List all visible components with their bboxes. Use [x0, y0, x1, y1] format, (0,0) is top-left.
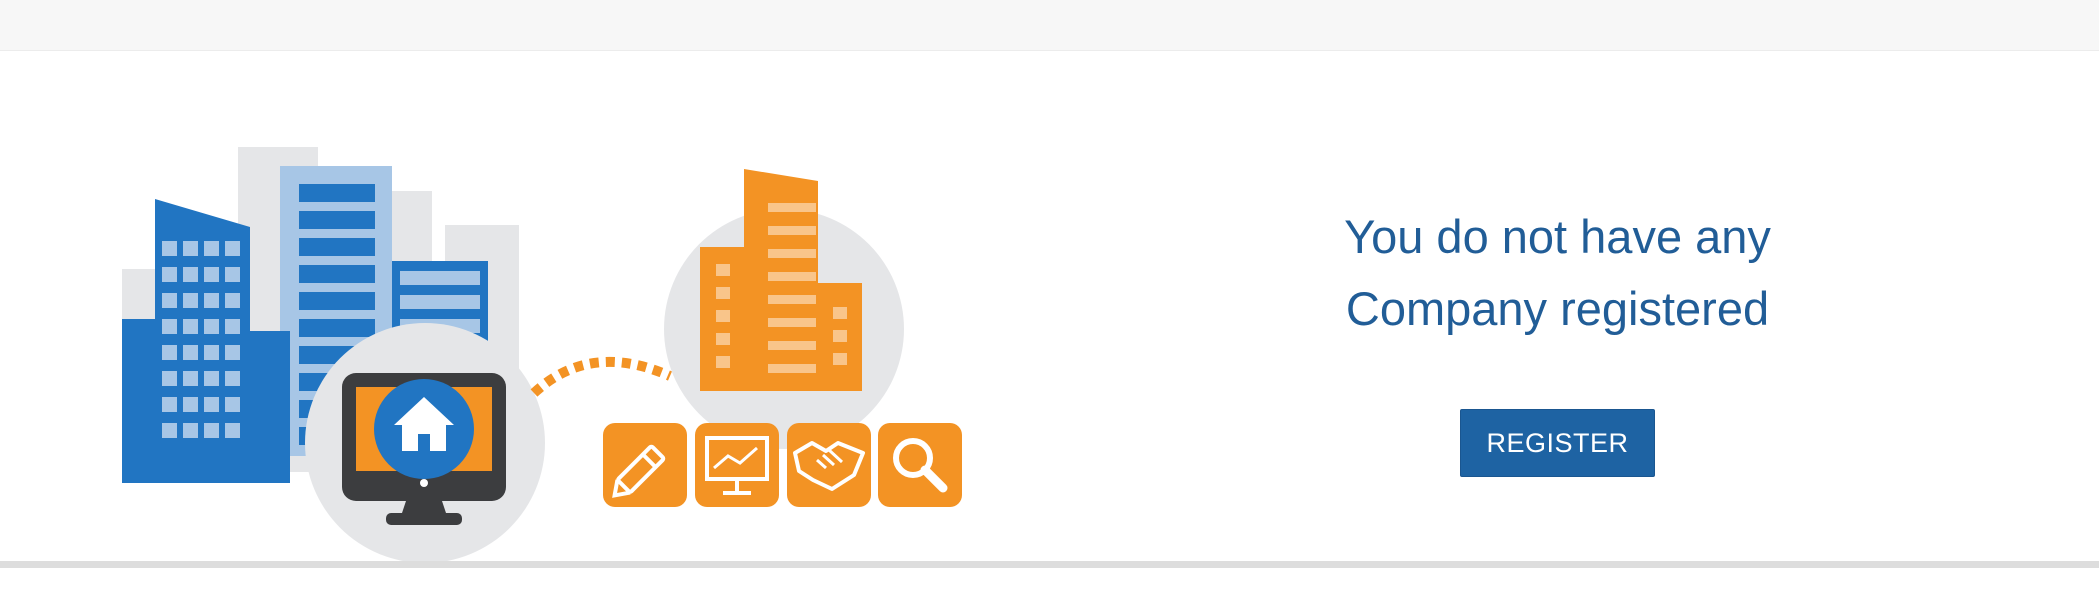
top-bar	[0, 0, 2099, 51]
empty-state-message: You do not have any Company registered	[1250, 201, 1865, 345]
handshake-icon	[787, 423, 871, 507]
monitor-home-icon	[305, 323, 545, 563]
message-line-1: You do not have any	[1344, 210, 1771, 263]
empty-state-panel: You do not have any Company registered R…	[0, 51, 2099, 563]
connection-dots	[530, 356, 673, 397]
bottom-divider	[0, 561, 2099, 568]
pencil-icon	[603, 423, 687, 507]
presentation-chart-icon	[695, 423, 779, 507]
register-button[interactable]: REGISTER	[1460, 409, 1655, 477]
empty-state-illustration	[122, 147, 962, 563]
building-icon	[664, 169, 904, 449]
magnifier-icon	[878, 423, 962, 507]
message-line-2: Company registered	[1345, 282, 1770, 335]
empty-state-message-block: You do not have any Company registered R…	[1250, 201, 1865, 477]
